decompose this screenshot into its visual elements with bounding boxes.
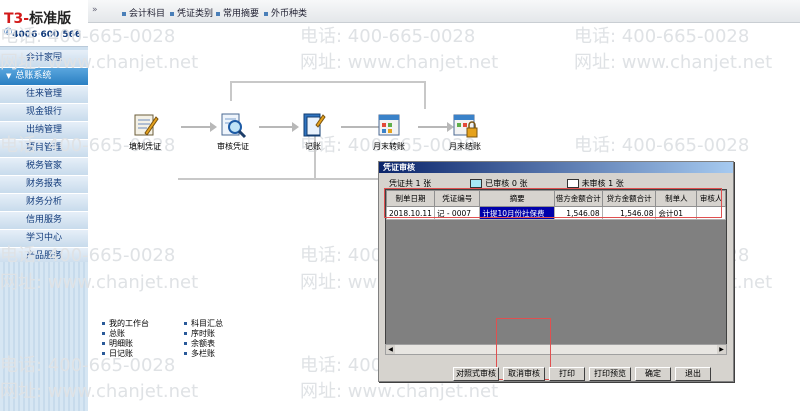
print-preview-button[interactable]: 打印预览 — [589, 367, 631, 381]
link-my-workbench[interactable]: 我的工作台 — [102, 319, 149, 329]
bullet-icon — [102, 342, 105, 345]
sidebar-item-credit[interactable]: 信用服务 — [0, 212, 88, 230]
cell-debit-total[interactable]: 1,546.08 — [553, 206, 603, 220]
compare-review-button[interactable]: 对照式审核 — [453, 367, 499, 381]
quick-links-right: 科目汇总 序时账 余额表 多栏账 — [184, 319, 223, 359]
watermark-phone: 电话: 400-665-0028 — [300, 26, 476, 47]
bullet-icon — [184, 322, 187, 325]
watermark-phone: 电话: 400-665-0028 — [0, 245, 176, 266]
voucher-review-dialog: 凭证审核 凭证共 1 张 已审核 0 张 未审核 1 张 制单日期 凭证编号 摘… — [378, 161, 734, 382]
column-header[interactable]: 制单人 — [655, 190, 698, 207]
cell-preparer[interactable]: 会计01 — [655, 206, 698, 220]
scroll-left-icon[interactable]: ◀ — [386, 345, 395, 354]
bullet-icon — [102, 352, 105, 355]
sidebar-item-analysis[interactable]: 财务分析 — [0, 194, 88, 212]
cancel-review-button[interactable]: 取消审核 — [503, 367, 545, 381]
toolbar-voucher-types[interactable]: 凭证类别 — [170, 6, 213, 19]
bullet-icon — [102, 322, 105, 325]
watermark-site: 网址: www.chanjet.net — [0, 52, 199, 73]
horizontal-scrollbar[interactable]: ◀ ▶ — [385, 344, 727, 355]
bullet-icon — [184, 352, 187, 355]
sidebar-item-cash-bank[interactable]: 现金银行 — [0, 104, 88, 122]
toolbar-accounts[interactable]: 会计科目 — [122, 6, 165, 19]
voucher-stats: 凭证共 1 张 已审核 0 张 未审核 1 张 — [389, 179, 624, 188]
watermark-phone: 电话: 400-665-0028 — [574, 26, 750, 47]
top-toolbar: » 会计科目 凭证类别 常用摘要 外币种类 — [88, 0, 800, 23]
print-button[interactable]: 打印 — [549, 367, 585, 381]
link-general-ledger[interactable]: 总账 — [102, 329, 149, 339]
flow-node-month-end-close[interactable]: 月末结账 — [440, 111, 490, 152]
toolbar-common-summaries[interactable]: 常用摘要 — [216, 6, 259, 19]
bullet-icon — [216, 11, 220, 16]
calendar-transfer-icon — [378, 114, 400, 136]
calendar-lock-icon — [453, 114, 478, 138]
watermark-phone: 电话: 400-665-0028 — [574, 135, 750, 156]
sidebar-nav: 会计家园 ▼ 总账系统 往来管理 现金银行 出纳管理 项目管理 税务管家 财务报表… — [0, 50, 88, 266]
sidebar-item-tax[interactable]: 税务管家 — [0, 158, 88, 176]
unreviewed-swatch — [566, 179, 579, 188]
sidebar-item-reports[interactable]: 财务报表 — [0, 176, 88, 194]
flow-line — [178, 178, 378, 180]
watermark-site: 网址: www.chanjet.net — [0, 381, 199, 402]
link-balance-sheet[interactable]: 余额表 — [184, 339, 223, 349]
bullet-icon — [184, 342, 187, 345]
flow-node-fill-voucher[interactable]: 填制凭证 — [120, 111, 170, 152]
voucher-table: 制单日期 凭证编号 摘要 借方金额合计 贷方金额合计 制单人 审核人 2018.… — [385, 189, 727, 345]
ledger-book-icon — [303, 113, 326, 137]
watermark-site: 网址: www.chanjet.net — [574, 52, 773, 73]
bullet-icon — [170, 11, 174, 16]
column-header[interactable]: 凭证编号 — [433, 190, 481, 207]
column-header[interactable]: 审核人 — [696, 190, 726, 207]
reviewed-swatch — [470, 179, 483, 188]
watermark-phone: 电话: 400-665-0028 — [0, 355, 176, 376]
watermark-phone: 电话: 400-665-0028 — [0, 26, 176, 47]
link-multi-column-ledger[interactable]: 多栏账 — [184, 349, 223, 359]
dialog-title: 凭证审核 — [379, 162, 733, 173]
link-detail-ledger[interactable]: 明细账 — [102, 339, 149, 349]
toolbar-currencies[interactable]: 外币种类 — [264, 6, 307, 19]
voucher-pen-icon — [134, 114, 159, 136]
cell-credit-total[interactable]: 1,546.08 — [601, 206, 657, 220]
flow-arrow — [181, 122, 217, 132]
scroll-right-icon[interactable]: ▶ — [717, 345, 726, 354]
flow-node-month-end-transfer[interactable]: 月末转账 — [364, 111, 414, 152]
cell-summary[interactable]: 计提10月份社保费 — [479, 206, 555, 220]
flow-node-post[interactable]: 记账 — [288, 111, 338, 152]
watermark-site: 网址: www.chanjet.net — [0, 272, 199, 293]
bullet-icon — [184, 332, 187, 335]
cell-voucher-number[interactable]: 记 - 0007 — [433, 206, 481, 220]
cell-reviewer[interactable] — [696, 206, 726, 220]
quick-links-left: 我的工作台 总账 明细账 日记账 — [102, 319, 149, 359]
column-header[interactable]: 摘要 — [479, 190, 555, 207]
flow-line — [424, 81, 426, 109]
link-account-summary[interactable]: 科目汇总 — [184, 319, 223, 329]
table-header: 制单日期 凭证编号 摘要 借方金额合计 贷方金额合计 制单人 审核人 — [386, 190, 726, 207]
flow-line — [230, 81, 232, 101]
link-chronological-ledger[interactable]: 序时账 — [184, 329, 223, 339]
ok-button[interactable]: 确定 — [635, 367, 671, 381]
table-row[interactable]: 2018.10.11 记 - 0007 计提10月份社保费 1,546.08 1… — [386, 206, 726, 220]
exit-button[interactable]: 退出 — [675, 367, 711, 381]
cell-date[interactable]: 2018.10.11 — [386, 206, 435, 220]
bullet-icon — [122, 11, 126, 16]
toolbar-grip-icon[interactable]: » — [92, 5, 98, 15]
column-header[interactable]: 制单日期 — [386, 190, 435, 207]
bullet-icon — [264, 11, 268, 16]
bullet-icon — [102, 332, 105, 335]
flow-line — [230, 81, 426, 83]
column-header[interactable]: 贷方金额合计 — [601, 190, 657, 207]
sidebar-item-receivables[interactable]: 往来管理 — [0, 86, 88, 104]
link-journal[interactable]: 日记账 — [102, 349, 149, 359]
watermark-site: 网址: www.chanjet.net — [300, 52, 499, 73]
magnifier-document-icon — [221, 113, 247, 139]
column-header[interactable]: 借方金额合计 — [553, 190, 603, 207]
flow-node-review-voucher[interactable]: 审核凭证 — [208, 111, 258, 152]
